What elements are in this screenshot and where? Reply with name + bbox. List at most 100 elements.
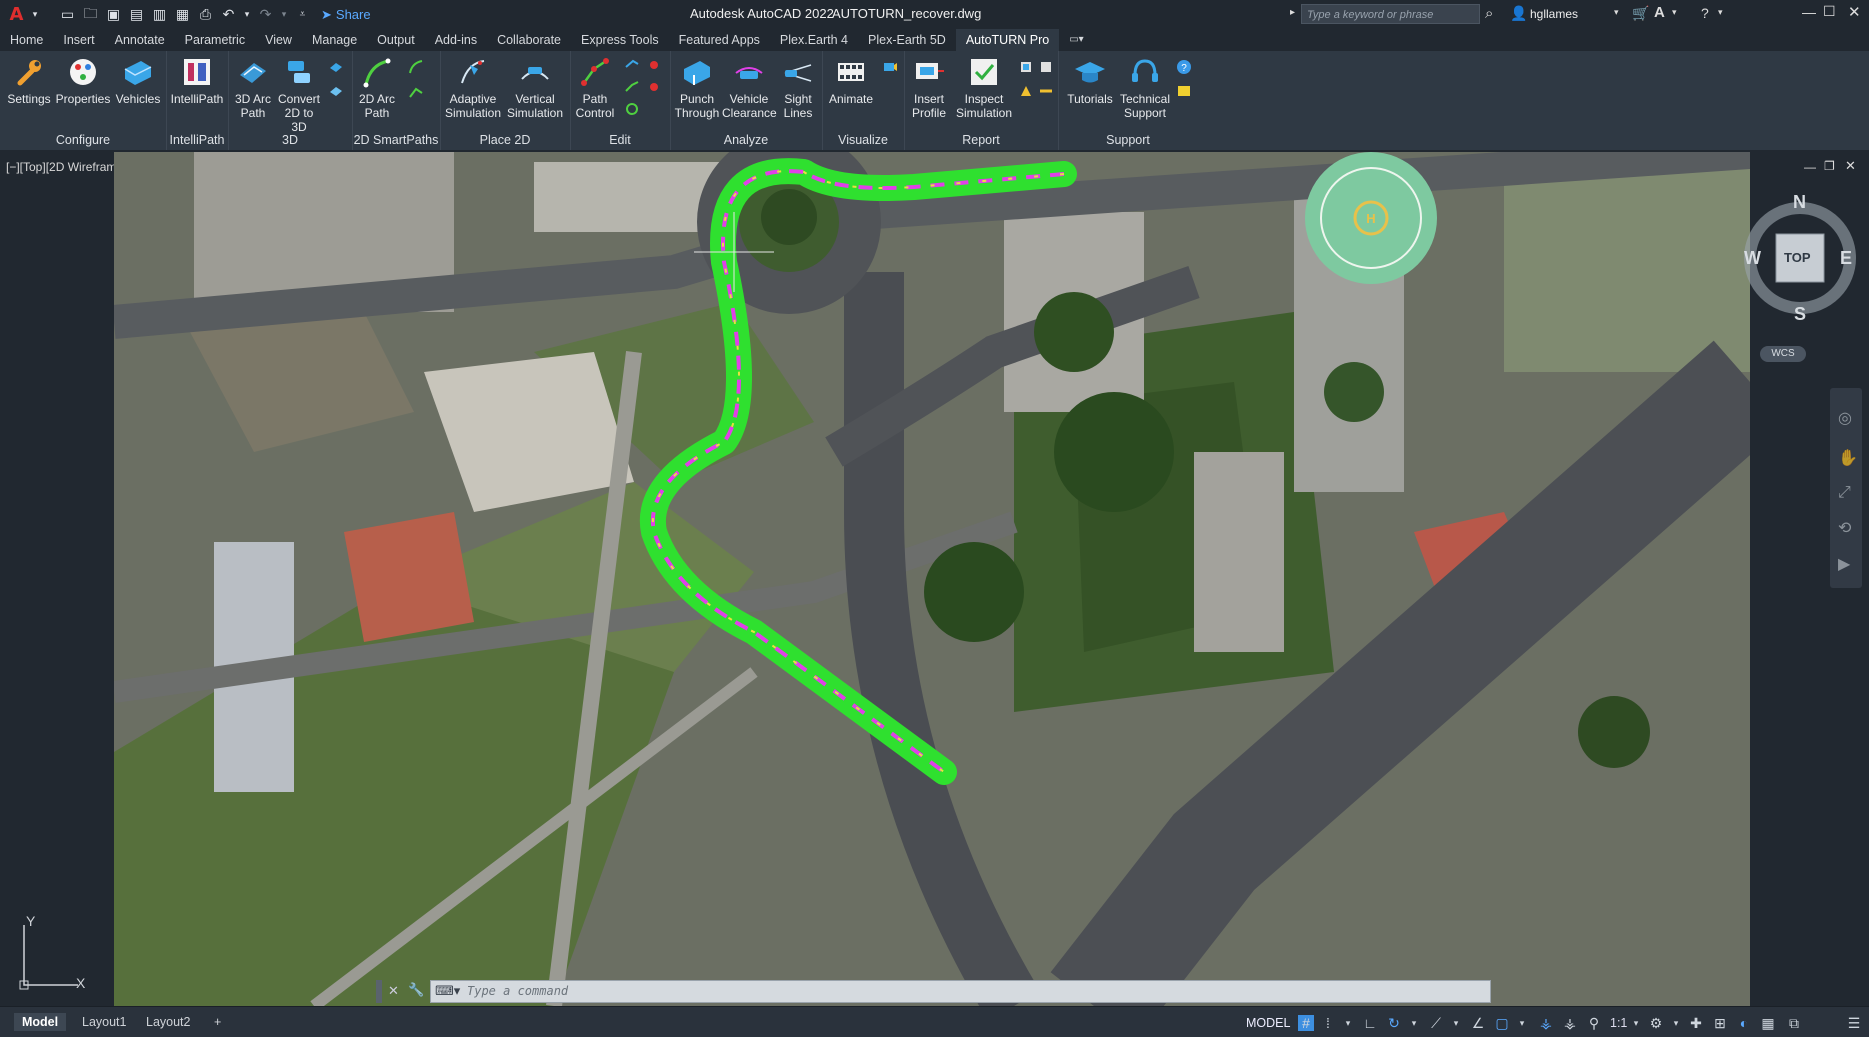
edit-refresh-icon[interactable] (624, 101, 640, 117)
units-icon[interactable]: ⊞ (1712, 1015, 1728, 1031)
command-customize-icon[interactable]: 🔧 (408, 982, 424, 998)
command-line[interactable]: ⌨▾ Type a command (430, 980, 1491, 1003)
command-close-icon[interactable]: ✕ (388, 983, 399, 999)
viewcube-west-label[interactable]: W (1744, 248, 1761, 269)
viewcube-north-label[interactable]: N (1793, 192, 1806, 213)
tab-add-ins[interactable]: Add-ins (425, 29, 487, 51)
autocad-logo-icon[interactable]: A (8, 4, 25, 25)
animate-button[interactable]: Animate (824, 55, 878, 106)
redo-dropdown-icon[interactable]: ▾ (280, 6, 288, 23)
adaptive-simulation-button[interactable]: Adaptive Simulation (442, 55, 504, 120)
publish-icon[interactable]: ▦ (174, 6, 191, 23)
snap-dropdown-icon[interactable]: ▾ (1340, 1015, 1356, 1031)
viewcube-top-face[interactable]: TOP (1784, 250, 1811, 265)
undo-dropdown-icon[interactable]: ▾ (243, 6, 251, 23)
edit-tool-4-icon[interactable] (646, 79, 662, 95)
report-tool-3-icon[interactable] (1018, 83, 1034, 99)
report-tool-1-icon[interactable] (1018, 59, 1034, 75)
command-prompt-icon[interactable]: ⌨▾ (435, 983, 460, 999)
tab-collaborate[interactable]: Collaborate (487, 29, 571, 51)
tab-plex-earth-5d[interactable]: Plex-Earth 5D (858, 29, 956, 51)
layout-tab-model[interactable]: Model (14, 1013, 67, 1031)
3d-arc-path-button[interactable]: 3D Arc Path (230, 55, 276, 120)
polar-dropdown-icon[interactable]: ▾ (1406, 1015, 1422, 1031)
annotation-scale-value[interactable]: 1:1 (1610, 1016, 1627, 1030)
undo-icon[interactable]: ↶ (220, 6, 237, 23)
settings-button[interactable]: Settings (7, 55, 51, 106)
object-snap-tracking-icon[interactable]: ∠ (1470, 1015, 1486, 1031)
report-tool-4-icon[interactable] (1038, 83, 1054, 99)
viewport-minimize-icon[interactable]: — (1804, 160, 1816, 174)
share-button[interactable]: ➤ Share (321, 7, 371, 23)
3d-small-tool-2-icon[interactable] (328, 83, 344, 99)
help-dropdown-icon[interactable]: ▾ (1718, 7, 1723, 18)
report-tool-2-icon[interactable] (1038, 59, 1054, 75)
minimize-icon[interactable]: — (1802, 4, 1816, 20)
viewcube[interactable]: N S E W TOP (1740, 188, 1864, 328)
search-input[interactable]: Type a keyword or phrase (1301, 4, 1480, 24)
annotation-visibility-icon[interactable]: ⚶ (1538, 1015, 1554, 1031)
tab-autoturn-pro[interactable]: AutoTURN Pro (955, 29, 1060, 51)
new-file-icon[interactable]: ▭ (59, 6, 76, 23)
sight-lines-button[interactable]: Sight Lines (776, 55, 820, 120)
pan-icon[interactable]: ✋ (1838, 448, 1858, 468)
object-snap-icon[interactable]: ▢ (1494, 1015, 1510, 1031)
viewcube-east-label[interactable]: E (1840, 248, 1852, 269)
steering-wheel-icon[interactable]: ◎ (1838, 408, 1852, 428)
viewcube-south-label[interactable]: S (1794, 304, 1806, 325)
command-line-handle[interactable] (376, 980, 382, 1003)
viewport-restore-icon[interactable]: ❐ (1824, 159, 1835, 173)
annotation-scale-icon[interactable]: ⚲ (1586, 1015, 1602, 1031)
visualize-tool-icon[interactable] (882, 59, 898, 75)
ortho-icon[interactable]: ∟ (1362, 1015, 1378, 1031)
help-support-icon[interactable]: ? (1176, 59, 1192, 75)
intellipath-button[interactable]: IntelliPath (168, 55, 226, 106)
auto-scale-icon[interactable]: ⚶ (1562, 1015, 1578, 1031)
close-icon[interactable]: ✕ (1848, 3, 1861, 21)
isodraft-icon[interactable]: ⟋ (1428, 1015, 1444, 1031)
vertical-simulation-button[interactable]: Vertical Simulation (504, 55, 566, 120)
autodesk-app-dropdown-icon[interactable]: ▾ (1672, 7, 1677, 18)
object-snap-dropdown-icon[interactable]: ▾ (1514, 1015, 1530, 1031)
vehicles-button[interactable]: Vehicles (114, 55, 162, 106)
insert-profile-button[interactable]: Insert Profile (906, 55, 952, 120)
tutorials-button[interactable]: Tutorials (1064, 55, 1116, 106)
customize-qat-icon[interactable]: ⩡ (294, 6, 311, 23)
viewport-controls-label[interactable]: [−][Top][2D Wireframe] (6, 160, 126, 174)
smartpath-tool-1-icon[interactable] (408, 59, 424, 75)
punch-through-button[interactable]: Punch Through (672, 55, 722, 120)
print-icon[interactable]: ⎙ (197, 6, 214, 23)
properties-button[interactable]: Properties (55, 55, 111, 106)
path-control-button[interactable]: Path Control (572, 55, 618, 120)
technical-support-button[interactable]: Technical Support (1116, 55, 1174, 120)
tab-featured-apps[interactable]: Featured Apps (669, 29, 770, 51)
annotation-monitor-icon[interactable]: ✚ (1688, 1015, 1704, 1031)
scale-dropdown-icon[interactable]: ▾ (1628, 1015, 1644, 1031)
add-layout-icon[interactable]: + (206, 1013, 229, 1031)
tab-view[interactable]: View (255, 29, 302, 51)
layout-tab-layout2[interactable]: Layout2 (138, 1013, 198, 1031)
tab-annotate[interactable]: Annotate (105, 29, 175, 51)
save-as-icon[interactable]: ▤ (128, 6, 145, 23)
model-space-toggle[interactable]: MODEL (1246, 1016, 1290, 1030)
tab-home[interactable]: Home (0, 29, 53, 51)
user-dropdown-icon[interactable]: ▾ (1614, 7, 1619, 18)
wcs-menu[interactable]: WCS (1760, 346, 1806, 362)
user-icon[interactable]: 👤 (1510, 5, 1527, 22)
isolate-objects-icon[interactable]: ◐ (1736, 1015, 1752, 1031)
tab-insert[interactable]: Insert (53, 29, 104, 51)
plot-icon[interactable]: ▥ (151, 6, 168, 23)
app-menu-chevron-icon[interactable]: ▾ (31, 6, 39, 23)
polar-icon[interactable]: ↻ (1386, 1015, 1402, 1031)
tab-plex-earth-4[interactable]: Plex.Earth 4 (770, 29, 858, 51)
viewport-close-icon[interactable]: ✕ (1845, 158, 1856, 174)
maximize-icon[interactable]: ☐ (1823, 3, 1836, 20)
2d-arc-path-button[interactable]: 2D Arc Path (354, 55, 400, 120)
search-icon[interactable]: ⌕ (1485, 5, 1493, 22)
tab-output[interactable]: Output (367, 29, 425, 51)
isodraft-dropdown-icon[interactable]: ▾ (1448, 1015, 1464, 1031)
hardware-acceleration-icon[interactable]: ▦ (1760, 1015, 1776, 1031)
help-icon[interactable]: ? (1701, 5, 1709, 21)
cart-icon[interactable]: 🛒 (1632, 5, 1649, 22)
3d-small-tool-1-icon[interactable] (328, 59, 344, 75)
